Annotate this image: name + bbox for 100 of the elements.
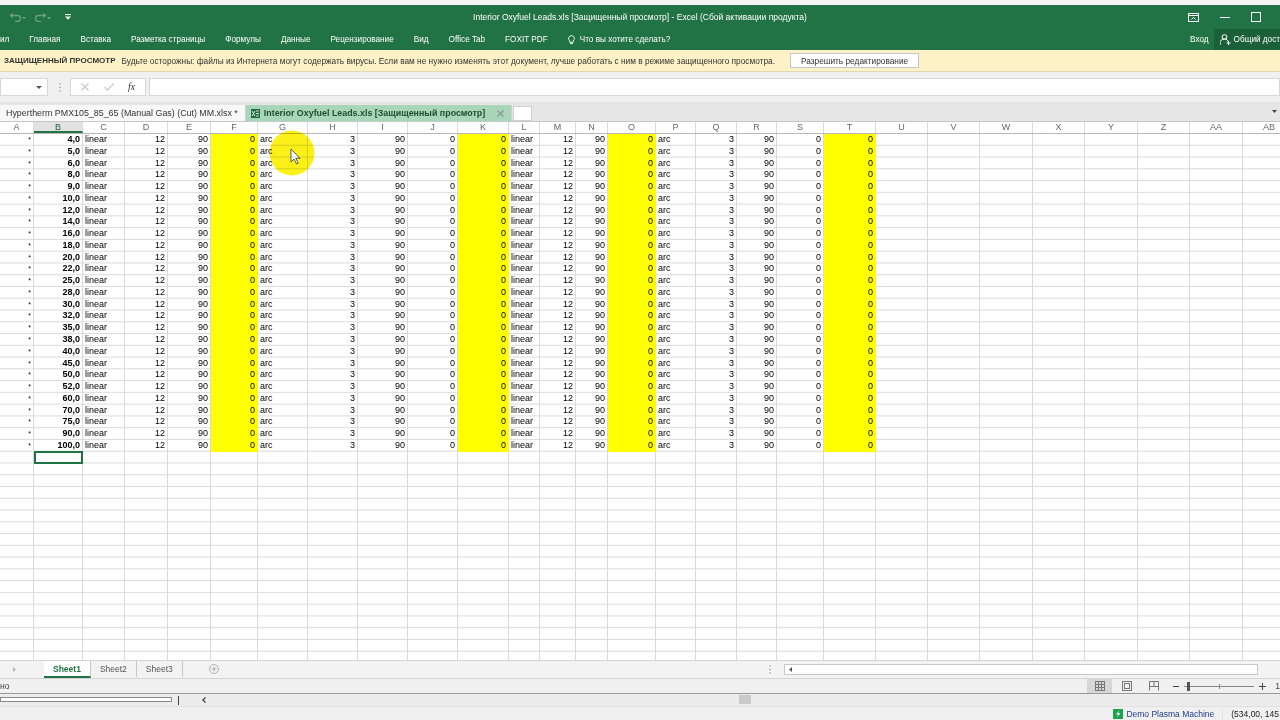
column-header[interactable]: K bbox=[458, 122, 509, 133]
table-cell-text: 90 bbox=[763, 428, 775, 440]
scrollbar-thumb[interactable] bbox=[739, 695, 751, 704]
column-header[interactable]: M bbox=[540, 122, 576, 133]
column-header[interactable]: T bbox=[824, 122, 876, 133]
column-header[interactable]: O bbox=[608, 122, 656, 133]
table-cell-text: 0 bbox=[815, 439, 822, 452]
ribbon-tab[interactable]: Данные bbox=[270, 29, 321, 50]
chevron-left-icon[interactable] bbox=[202, 697, 206, 703]
table-cell-text: 3 bbox=[349, 298, 356, 311]
ribbon-tab[interactable]: Разметка страницы bbox=[120, 29, 216, 50]
table-cell-text: 90 bbox=[394, 157, 406, 170]
table-cell-text: 52,0 bbox=[61, 381, 81, 393]
table-cell: 0 bbox=[824, 169, 876, 182]
normal-view-button[interactable] bbox=[1087, 679, 1113, 693]
minimize-icon[interactable] bbox=[1220, 16, 1230, 18]
table-cell-text: linear bbox=[510, 428, 534, 440]
table-cell-text: 100,0 bbox=[56, 439, 81, 452]
zoom-in-icon[interactable] bbox=[1259, 682, 1267, 690]
arrow-left-icon[interactable] bbox=[789, 667, 792, 672]
horizontal-scrollbar[interactable] bbox=[784, 664, 1258, 675]
sheet-tab[interactable]: Sheet2 bbox=[90, 661, 137, 677]
column-header[interactable]: D bbox=[125, 122, 168, 133]
column-header[interactable]: J bbox=[408, 122, 458, 133]
column-header[interactable]: R bbox=[737, 122, 777, 133]
table-cell: 0 bbox=[211, 181, 258, 193]
table-cell-text: 12 bbox=[154, 416, 166, 429]
share-button[interactable]: Общий дост bbox=[1213, 29, 1280, 50]
caret-icon[interactable] bbox=[1272, 110, 1277, 113]
ribbon-tab[interactable]: Вставка bbox=[70, 29, 121, 50]
scrollbar-track[interactable] bbox=[0, 696, 172, 702]
sheet-tab[interactable]: Sheet3 bbox=[136, 661, 183, 677]
column-header[interactable]: AA bbox=[1190, 122, 1243, 133]
search-prompt[interactable]: Что вы хотите сделать? bbox=[579, 35, 671, 44]
table-cell-text: linear bbox=[510, 181, 534, 193]
document-tab[interactable]: Hypertherm PMX105_85_65 (Manual Gas) (Cut) MM.xlsx * bbox=[0, 105, 246, 121]
customize-icon[interactable] bbox=[65, 14, 71, 20]
column-header[interactable]: P bbox=[656, 122, 696, 133]
column-header[interactable]: AB bbox=[1243, 122, 1280, 133]
document-tab-label[interactable]: Hypertherm PMX105_85_65 (Manual Gas) (Cut) MM.xlsx * bbox=[6, 108, 238, 118]
column-header[interactable]: F bbox=[211, 122, 258, 133]
table-cell-text: 12 bbox=[562, 416, 574, 429]
table-cell-text: 3 bbox=[728, 392, 735, 405]
table-cell-text: 3 bbox=[728, 251, 735, 264]
table-cell: 0 bbox=[211, 428, 258, 440]
table-cell: 0 bbox=[824, 334, 876, 346]
insert-function-button[interactable]: fx bbox=[128, 82, 135, 92]
caret-icon[interactable] bbox=[36, 85, 42, 89]
column-header[interactable]: Z bbox=[1138, 122, 1190, 133]
active-cell[interactable] bbox=[34, 450, 83, 464]
table-cell-text: 12 bbox=[562, 169, 574, 182]
column-header[interactable]: X bbox=[1033, 122, 1085, 133]
document-tab[interactable]: Interior Oxyfuel Leads.xls [Защищенный просмотр] bbox=[245, 105, 513, 121]
formula-input[interactable] bbox=[149, 78, 1280, 96]
sign-in-link[interactable]: Вход bbox=[1185, 29, 1214, 50]
slider-thumb[interactable] bbox=[1186, 681, 1190, 691]
table-cell-text: 0 bbox=[815, 286, 822, 299]
column-header[interactable]: V bbox=[928, 122, 980, 133]
table-cell: 0 bbox=[458, 428, 509, 440]
document-tab-label[interactable]: Interior Oxyfuel Leads.xls [Защищенный просмотр] bbox=[263, 108, 486, 118]
table-cell-text: arc bbox=[657, 251, 672, 264]
zoom-percent[interactable]: 1 bbox=[1275, 681, 1280, 691]
enable-editing-button[interactable]: Разрешить редактирование bbox=[789, 53, 920, 68]
sheet-tab[interactable]: Sheet1 bbox=[44, 661, 91, 678]
column-header[interactable]: I bbox=[358, 122, 408, 133]
ribbon-tab[interactable]: Формулы bbox=[215, 29, 271, 50]
column-header[interactable]: Q bbox=[696, 122, 737, 133]
table-cell-text: linear bbox=[510, 216, 534, 229]
ribbon-tab[interactable]: Рецензирование bbox=[320, 29, 404, 50]
column-header[interactable]: Y bbox=[1085, 122, 1138, 133]
column-header[interactable]: S bbox=[777, 122, 824, 133]
ribbon-tab[interactable]: ил bbox=[0, 29, 20, 50]
maximize-icon[interactable] bbox=[1251, 12, 1261, 22]
table-cell-text: linear bbox=[84, 416, 108, 429]
table-cell-text: 90 bbox=[197, 322, 209, 334]
table-cell-text: arc bbox=[657, 145, 672, 158]
column-header[interactable]: E bbox=[168, 122, 211, 133]
table-cell-text: 90 bbox=[394, 357, 406, 370]
table-cell-text: arc bbox=[657, 369, 672, 382]
column-header[interactable]: B bbox=[34, 122, 83, 133]
column-header[interactable]: L bbox=[509, 122, 540, 133]
column-header[interactable]: W bbox=[980, 122, 1033, 133]
table-cell-text: 12 bbox=[154, 228, 166, 240]
table-cell-text: linear bbox=[510, 145, 534, 158]
ribbon-tab[interactable]: FOXIT PDF bbox=[495, 29, 558, 50]
table-cell-text: arc bbox=[259, 216, 274, 229]
table-cell: 0 bbox=[458, 381, 509, 393]
ribbon-tab[interactable]: Главная bbox=[19, 29, 71, 50]
ribbon-tab[interactable]: Office Tab bbox=[438, 29, 496, 50]
table-cell-text: linear bbox=[84, 204, 108, 217]
column-header[interactable]: N bbox=[576, 122, 608, 133]
ribbon-tab[interactable]: Вид bbox=[403, 29, 439, 50]
column-header[interactable]: C bbox=[83, 122, 125, 133]
table-cell-text: 12 bbox=[154, 263, 166, 276]
column-header[interactable]: U bbox=[876, 122, 928, 133]
table-cell-text: arc bbox=[657, 286, 672, 299]
app-name[interactable]: Demo Plasma Machine bbox=[1126, 708, 1224, 719]
table-cell-text: 5,0 bbox=[66, 145, 81, 158]
column-header[interactable]: H bbox=[308, 122, 358, 133]
table-cell-text: 90 bbox=[394, 239, 406, 252]
